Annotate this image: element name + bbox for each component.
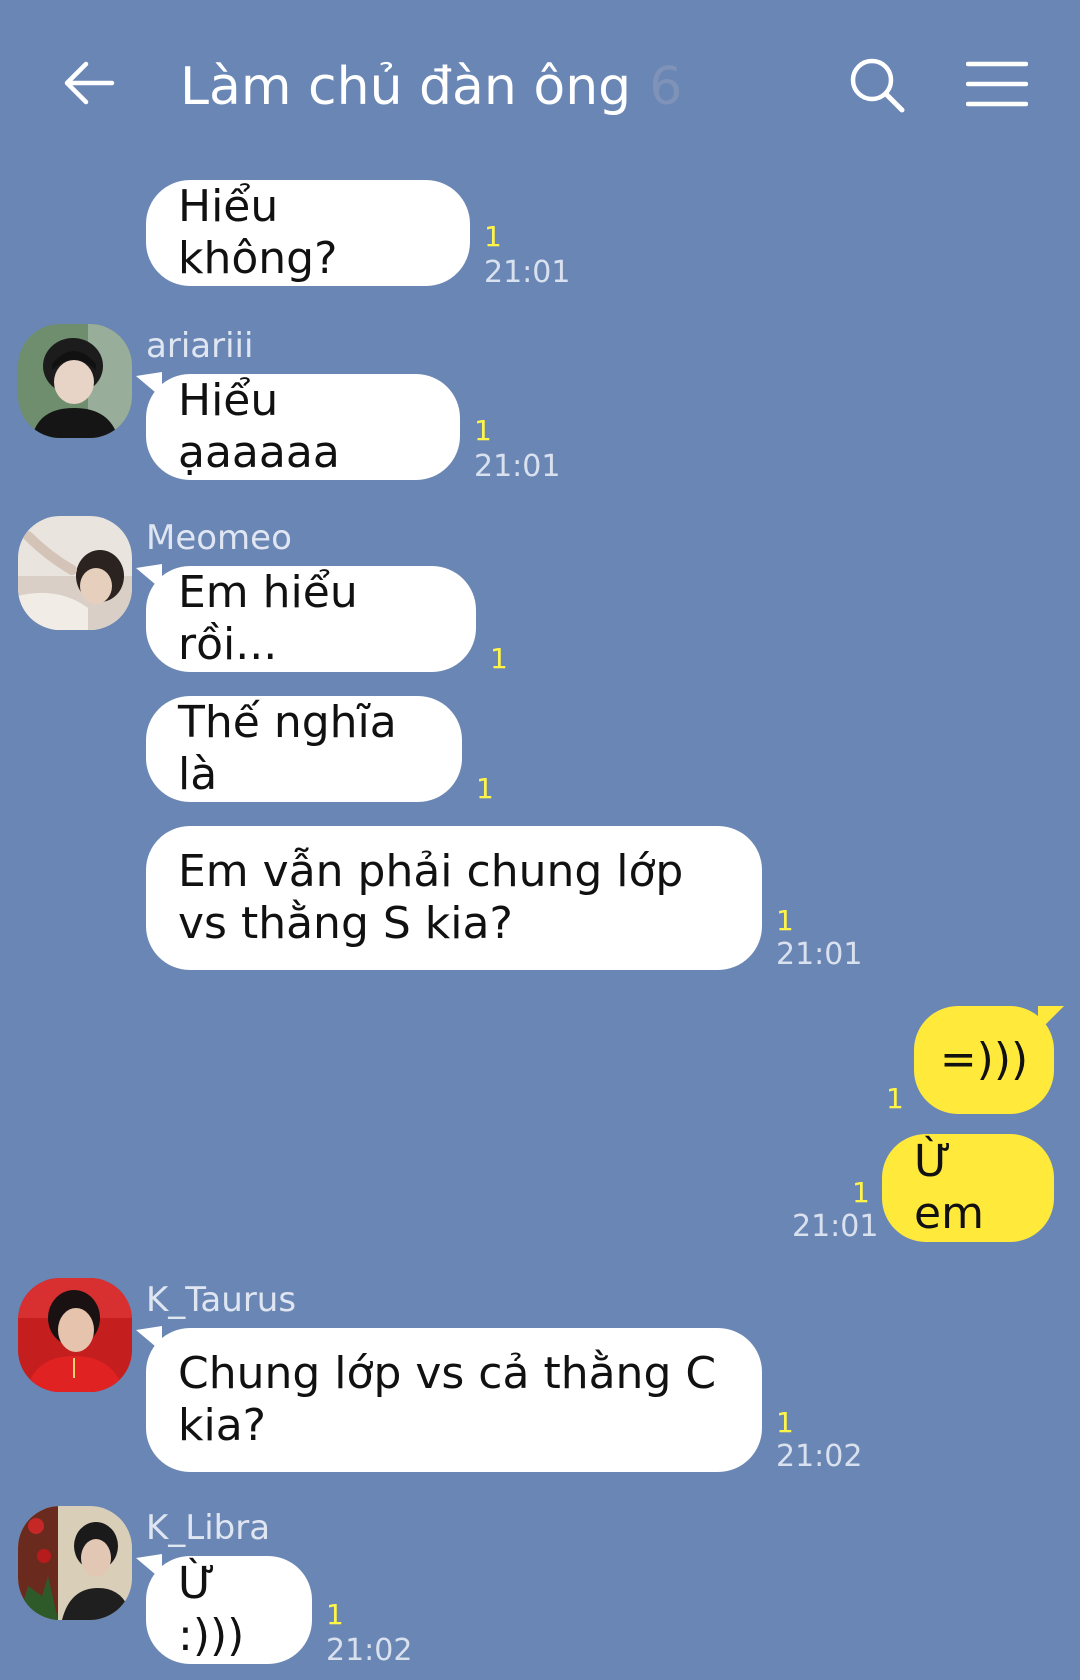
message-time: 21:01 <box>776 937 863 972</box>
message-bubble[interactable]: Hiểu ạaaaaa <box>146 374 460 480</box>
message-text: Ừ em <box>914 1136 984 1239</box>
search-icon[interactable] <box>848 56 906 114</box>
my-message-bubble[interactable]: =))) <box>914 1006 1054 1114</box>
message-time: 21:02 <box>326 1633 413 1668</box>
message-time: 21:02 <box>776 1439 863 1474</box>
back-arrow-icon[interactable] <box>62 56 116 110</box>
message-text: Ừ :))) <box>178 1558 245 1661</box>
read-count: 1 <box>776 1406 794 1439</box>
read-count: 1 <box>776 904 794 937</box>
read-count: 1 <box>326 1598 344 1631</box>
my-message-bubble[interactable]: Ừ em <box>882 1134 1054 1242</box>
sender-name: Meomeo <box>146 518 292 558</box>
message-text: =))) <box>939 1034 1029 1085</box>
message-text: Thế nghĩa là <box>178 697 397 800</box>
chat-title-text: Làm chủ đàn ông <box>180 57 632 117</box>
hamburger-menu-icon[interactable] <box>965 60 1029 108</box>
avatar-meomeo[interactable] <box>18 516 132 630</box>
message-text: Em vẫn phải chung lớp vs thằng S kia? <box>178 846 684 949</box>
message-bubble[interactable]: Em hiểu rồi... <box>146 566 476 672</box>
message-time: 21:01 <box>474 449 561 484</box>
message-time: 21:01 <box>792 1209 879 1244</box>
message-text: Em hiểu rồi... <box>178 567 358 670</box>
read-count: 1 <box>484 220 502 253</box>
sender-name: K_Taurus <box>146 1280 297 1320</box>
message-time: 21:01 <box>484 255 571 290</box>
avatar-ariariii[interactable] <box>18 324 132 438</box>
message-bubble[interactable]: Hiểu không? <box>146 180 470 286</box>
message-bubble[interactable]: Thế nghĩa là <box>146 696 462 802</box>
read-count: 1 <box>852 1176 870 1209</box>
read-count: 1 <box>476 772 494 805</box>
message-bubble[interactable]: Em vẫn phải chung lớp vs thằng S kia? <box>146 826 762 970</box>
sender-name: ariariii <box>146 326 254 366</box>
read-count: 1 <box>474 414 492 447</box>
message-text: Hiểu không? <box>178 181 338 284</box>
avatar-k-taurus[interactable] <box>18 1278 132 1392</box>
message-text: Hiểu ạaaaaa <box>178 375 340 478</box>
sender-name: K_Libra <box>146 1508 271 1548</box>
message-bubble[interactable]: Ừ :))) <box>146 1556 312 1664</box>
member-count: 6 <box>649 57 683 117</box>
message-text: Chung lớp vs cả thằng C kia? <box>178 1348 717 1451</box>
chat-title: Làm chủ đàn ông 6 <box>180 52 682 122</box>
avatar-k-libra[interactable] <box>18 1506 132 1620</box>
read-count: 1 <box>886 1082 904 1115</box>
read-count: 1 <box>490 642 508 675</box>
bubble-tail <box>1038 1006 1064 1032</box>
message-bubble[interactable]: Chung lớp vs cả thằng C kia? <box>146 1328 762 1472</box>
